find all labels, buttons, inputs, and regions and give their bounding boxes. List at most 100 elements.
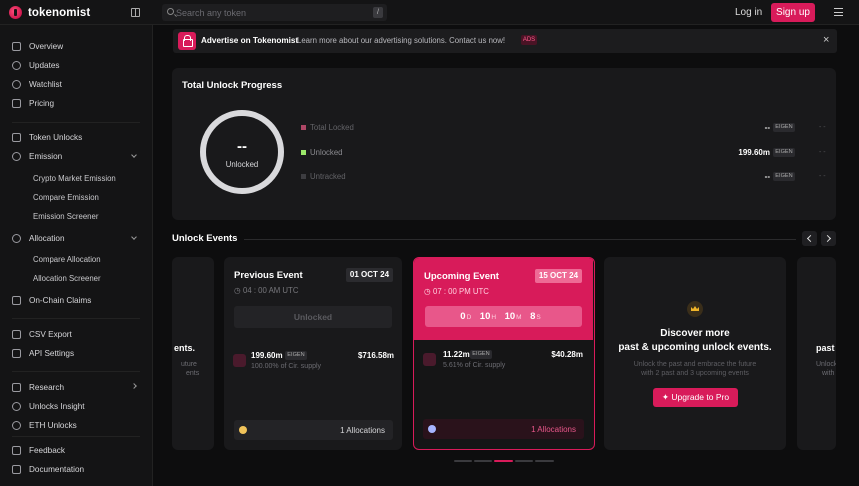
countdown-days: 0 <box>460 311 466 322</box>
advertise-banner[interactable]: Advertise on Tokenomist Learn more about… <box>173 29 837 53</box>
brand-logo[interactable]: tokenomist <box>9 6 90 19</box>
sidebar-item-crypto-market-emission[interactable]: Crypto Market Emission <box>33 174 116 183</box>
sidebar-item-label: API Settings <box>29 348 75 358</box>
emission-icon <box>12 151 21 161</box>
sidebar-collapse-icon[interactable] <box>131 8 140 17</box>
pro-heading: Discover more past & upcoming unlock even… <box>604 327 786 355</box>
search-input[interactable] <box>176 5 366 20</box>
sidebar-item-label: Unlocks Insight <box>29 401 85 411</box>
unlock-amount: 199.60m <box>251 351 283 360</box>
upcoming-event-card[interactable]: Upcoming Event 15 OCT 24 ◷ 07 : 00 PM UT… <box>413 257 595 450</box>
allocations-label: 1 Allocations <box>340 426 385 435</box>
unlock-donut-chart: -- Unlocked <box>200 110 284 194</box>
total-locked-value: -- <box>764 123 770 132</box>
sidebar-item-label: Updates <box>29 60 60 70</box>
donut-label: Unlocked <box>225 160 259 169</box>
token-badge: EIGEN <box>773 123 795 132</box>
sidebar-item-label: Watchlist <box>29 79 62 89</box>
sidebar-item-overview[interactable]: Overview <box>12 40 63 52</box>
previous-event-card[interactable]: Previous Event 01 OCT 24 ◷ 04 : 00 AM UT… <box>224 257 402 450</box>
search-icon <box>167 8 174 15</box>
legend-swatch <box>301 174 306 180</box>
sidebar-item-label: Token Unlocks <box>29 132 83 142</box>
unlock-usd-value: $716.58m <box>357 351 394 360</box>
countdown-unit: M <box>516 314 522 321</box>
signup-button[interactable]: Sign up <box>771 3 815 22</box>
event-card-fragment-right[interactable]: past Unlock with <box>797 257 836 450</box>
grid-icon <box>12 41 21 51</box>
ad-text: Learn more about our advertising solutio… <box>297 36 506 45</box>
legend-untracked: Untracked <box>301 172 346 181</box>
token-badge: EIGEN <box>773 148 795 157</box>
upgrade-to-pro-button[interactable]: ✦ Upgrade to Pro <box>653 388 738 407</box>
countdown-unit: H <box>491 314 497 321</box>
allocations-row[interactable]: 1 Allocations <box>234 420 393 440</box>
pro-heading-line: Discover more <box>660 328 730 339</box>
event-title: Previous Event <box>234 270 303 281</box>
fragment-title: past <box>816 343 835 353</box>
sidebar-item-allocation-screener[interactable]: Allocation Screener <box>33 274 101 283</box>
unlocked-status: Unlocked <box>234 306 392 328</box>
sidebar-item-label: Overview <box>29 41 64 51</box>
sidebar-item-eth-unlocks[interactable]: ETH Unlocks <box>12 419 77 431</box>
sidebar-item-compare-allocation[interactable]: Compare Allocation <box>33 255 101 264</box>
unlock-amount-icon <box>423 353 436 366</box>
fragment-sub: Unlock <box>816 361 836 368</box>
insight-icon <box>12 401 21 411</box>
carousel-page-dot[interactable] <box>454 460 472 462</box>
sidebar-item-updates[interactable]: Updates <box>12 59 60 71</box>
token-badge: EIGEN <box>470 350 492 359</box>
sidebar-item-on-chain-claims[interactable]: On-Chain Claims <box>12 294 91 306</box>
carousel-page-dot[interactable] <box>535 460 554 462</box>
event-time-text: 04 : 00 AM UTC <box>242 286 299 295</box>
carousel-prev-button[interactable] <box>802 231 817 246</box>
countdown-unit: S <box>536 314 541 321</box>
search-bar[interactable]: / <box>162 4 387 21</box>
sidebar-item-feedback[interactable]: Feedback <box>12 444 65 456</box>
sidebar-item-emission[interactable]: Emission <box>12 150 62 162</box>
fragment-title: ents. <box>174 343 196 353</box>
countdown-minutes: 10 <box>504 311 516 322</box>
carousel-page-dot-active[interactable] <box>494 460 513 462</box>
legend-label: Untracked <box>310 172 346 181</box>
sidebar-item-compare-emission[interactable]: Compare Emission <box>33 193 99 202</box>
doc-icon <box>12 464 21 474</box>
ads-badge: ADS <box>521 35 537 45</box>
carousel-next-button[interactable] <box>821 231 836 246</box>
legend-extra: - - <box>819 149 826 156</box>
lock-logo-icon <box>178 32 196 50</box>
allocations-row[interactable]: 1 Allocations <box>423 419 584 439</box>
sidebar-divider <box>12 122 140 123</box>
sidebar-item-api-settings[interactable]: API Settings <box>12 347 74 359</box>
hamburger-menu-icon[interactable] <box>834 8 843 16</box>
sidebar-item-allocation[interactable]: Allocation <box>12 232 65 244</box>
sidebar-item-pricing[interactable]: Pricing <box>12 97 54 109</box>
brand-name: tokenomist <box>28 6 91 19</box>
amount-value: 11.22m <box>443 350 470 359</box>
sidebar-item-label: Documentation <box>29 464 85 474</box>
sidebar-item-token-unlocks[interactable]: Token Unlocks <box>12 131 82 143</box>
fragment-sub: with <box>822 370 835 377</box>
legend-label: Total Locked <box>310 123 354 132</box>
sidebar-item-documentation[interactable]: Documentation <box>12 463 84 475</box>
countdown-hours: 10 <box>479 311 491 322</box>
token-badge: EIGEN <box>773 172 795 181</box>
upcoming-event-header: Upcoming Event 15 OCT 24 ◷ 07 : 00 PM UT… <box>414 258 593 340</box>
sidebar-item-research[interactable]: Research <box>12 381 64 393</box>
sidebar-item-unlocks-insight[interactable]: Unlocks Insight <box>12 400 85 412</box>
unlock-amount: 11.22m <box>443 350 470 359</box>
login-link[interactable]: Log in <box>735 7 762 18</box>
pie-icon <box>12 233 21 243</box>
event-card-fragment-left[interactable]: ents. uture ents <box>172 257 214 450</box>
lock-icon <box>12 132 21 142</box>
close-icon[interactable]: × <box>823 34 829 46</box>
legend-swatch <box>301 150 306 156</box>
carousel-page-dot[interactable] <box>515 460 533 462</box>
sidebar-item-label: Emission <box>29 151 63 161</box>
sidebar-item-watchlist[interactable]: Watchlist <box>12 78 62 90</box>
token-badge: EIGEN <box>285 351 307 360</box>
section-divider <box>244 239 796 240</box>
sidebar-item-csv-export[interactable]: CSV Export <box>12 328 72 340</box>
sidebar-item-emission-screener[interactable]: Emission Screener <box>33 212 98 221</box>
carousel-page-dot[interactable] <box>474 460 492 462</box>
